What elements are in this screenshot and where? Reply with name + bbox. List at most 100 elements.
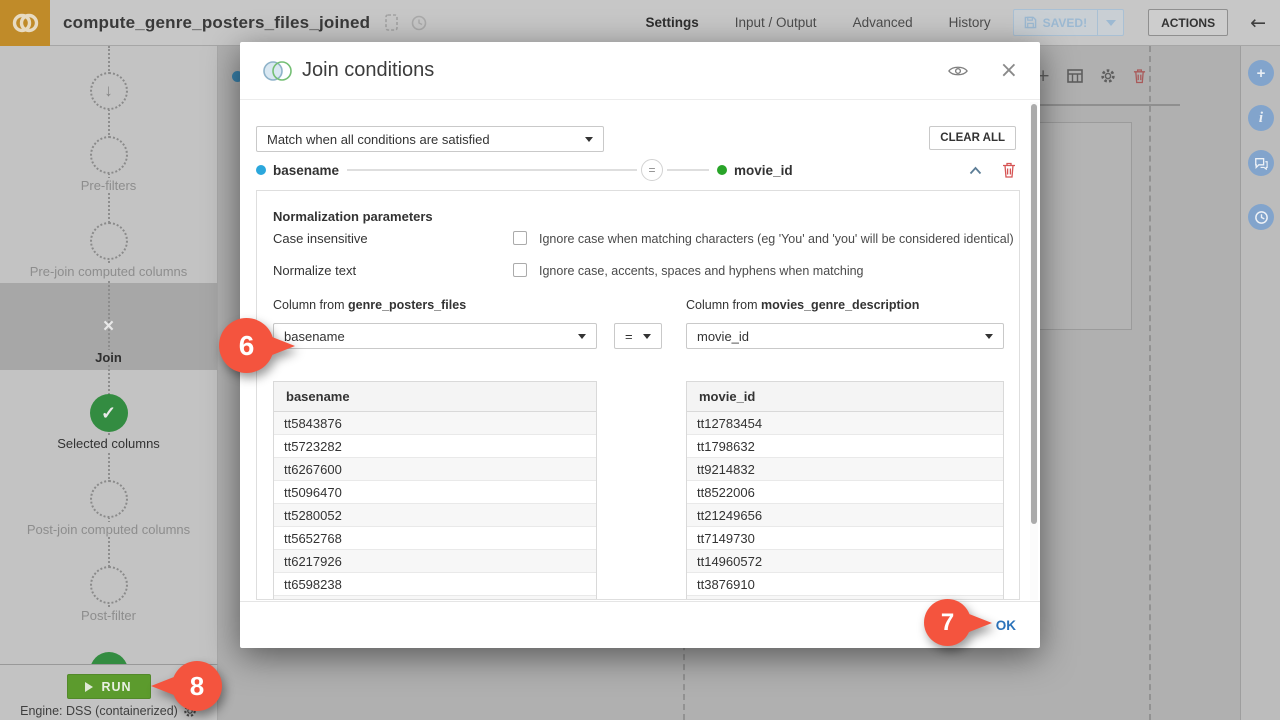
join-recipe-logo[interactable] bbox=[0, 0, 50, 46]
background-guide-line bbox=[1149, 46, 1151, 720]
discussions-icon[interactable] bbox=[1248, 150, 1274, 176]
table-row: tt5280052 bbox=[274, 504, 596, 527]
chevron-down-icon bbox=[643, 334, 651, 339]
step-item[interactable]: Post-filter bbox=[0, 566, 217, 652]
status-icon[interactable] bbox=[411, 15, 427, 31]
dropdown-caret-icon bbox=[1106, 20, 1116, 26]
chevron-down-icon bbox=[985, 334, 993, 339]
right-dataset-dot bbox=[717, 165, 727, 175]
operator-select[interactable]: = bbox=[614, 323, 662, 349]
case-insensitive-description: Ignore case when matching characters (eg… bbox=[539, 232, 1014, 246]
actions-button[interactable]: ACTIONS bbox=[1148, 9, 1228, 36]
step-label: Selected columns bbox=[0, 436, 217, 451]
topbar-tab[interactable]: Advanced bbox=[853, 15, 913, 30]
join-conditions-modal: Join conditions × Match when all conditi… bbox=[240, 42, 1040, 648]
condition-connector bbox=[347, 169, 637, 171]
step-circle-icon: ↓ bbox=[90, 72, 128, 110]
condition-details-panel: Normalization parameters Case insensitiv… bbox=[256, 190, 1020, 600]
trash-icon[interactable] bbox=[1133, 68, 1146, 84]
normalize-text-description: Ignore case, accents, spaces and hyphens… bbox=[539, 264, 864, 278]
table-row: tt8522006 bbox=[687, 481, 1003, 504]
left-sample-table: basename tt5843876tt5723282tt6267600tt50… bbox=[273, 381, 597, 600]
step-label: Post-join computed columns bbox=[0, 522, 217, 537]
modal-scrollbar[interactable] bbox=[1030, 102, 1038, 600]
table-row: tt5843876 bbox=[274, 412, 596, 435]
step-label: Post-filter bbox=[0, 608, 217, 623]
normalize-text-checkbox[interactable] bbox=[513, 263, 527, 277]
save-button-group: SAVED! bbox=[1013, 9, 1124, 36]
table-row: tt21249656 bbox=[687, 504, 1003, 527]
annotation-pin-8: 8 bbox=[172, 661, 222, 711]
topbar-tab[interactable]: History bbox=[949, 15, 991, 30]
step-circle-icon bbox=[90, 222, 128, 260]
background-toolbar: + bbox=[1036, 66, 1146, 86]
table-row: tt6217926 bbox=[274, 550, 596, 573]
save-button-label: SAVED! bbox=[1043, 16, 1087, 30]
collapse-arrow-icon[interactable]: ← bbox=[1250, 12, 1266, 34]
table-row: tt3876910 bbox=[687, 573, 1003, 596]
case-insensitive-label: Case insensitive bbox=[273, 231, 368, 246]
chevron-down-icon bbox=[578, 334, 586, 339]
step-circle-icon bbox=[90, 136, 128, 174]
title-icons bbox=[385, 14, 427, 31]
table-row: tt5412230 bbox=[274, 596, 596, 600]
modal-header: Join conditions × bbox=[240, 42, 1040, 100]
clear-all-button[interactable]: CLEAR ALL bbox=[929, 126, 1016, 150]
history-icon[interactable] bbox=[1248, 204, 1274, 230]
right-column-name: movie_id bbox=[734, 163, 793, 178]
save-button[interactable]: SAVED! bbox=[1013, 9, 1098, 36]
scrollbar-thumb[interactable] bbox=[1031, 104, 1037, 524]
step-circle-icon bbox=[90, 480, 128, 518]
join-venn-icon bbox=[9, 9, 41, 37]
play-icon bbox=[85, 682, 93, 692]
table-row: tt5652768 bbox=[274, 527, 596, 550]
table-icon[interactable] bbox=[1067, 69, 1083, 83]
run-button[interactable]: RUN bbox=[67, 674, 151, 699]
right-column-from-label: Column from movies_genre_description bbox=[686, 298, 919, 312]
join-venn-icon bbox=[262, 59, 293, 83]
left-column-from-label: Column from genre_posters_files bbox=[273, 298, 466, 312]
close-icon[interactable]: × bbox=[1000, 60, 1018, 82]
step-circle-icon: × bbox=[90, 308, 128, 346]
table-row: tt6267600 bbox=[274, 458, 596, 481]
annotation-pin-6: 6 bbox=[219, 318, 274, 373]
table-row: tt5723282 bbox=[274, 435, 596, 458]
step-label: Pre-filters bbox=[0, 178, 217, 193]
delete-condition-trash-icon[interactable] bbox=[1002, 162, 1016, 178]
page-title: compute_genre_posters_files_joined bbox=[63, 13, 370, 33]
info-icon[interactable]: i bbox=[1248, 105, 1274, 131]
modal-title: Join conditions bbox=[302, 59, 434, 82]
topbar-tab[interactable]: Settings bbox=[645, 15, 698, 30]
copy-icon[interactable] bbox=[385, 14, 398, 31]
left-column-select[interactable]: basename bbox=[273, 323, 597, 349]
table-row: tt14960572 bbox=[687, 550, 1003, 573]
plus-icon[interactable]: + bbox=[1248, 60, 1274, 86]
chevron-down-icon bbox=[585, 137, 593, 142]
join-steps-sidebar: ↓ Pre-filters Pre-join computed columns … bbox=[0, 46, 218, 664]
step-label: Pre-join computed columns bbox=[0, 264, 217, 279]
left-table-header: basename bbox=[274, 382, 596, 412]
topbar-tab[interactable]: Input / Output bbox=[735, 15, 817, 30]
annotation-pin-7: 7 bbox=[924, 599, 971, 646]
ok-button[interactable]: OK bbox=[996, 618, 1016, 633]
step-label: Join bbox=[0, 350, 217, 365]
step-circle-icon bbox=[90, 566, 128, 604]
join-condition-row[interactable]: basename = movie_id bbox=[256, 158, 1016, 182]
match-mode-select[interactable]: Match when all conditions are satisfied bbox=[256, 126, 604, 152]
step-circle-icon: ✓ bbox=[90, 394, 128, 432]
gear-icon[interactable] bbox=[1100, 68, 1116, 84]
table-row: tt5096470 bbox=[274, 481, 596, 504]
step-circle-icon: ✓ bbox=[90, 652, 128, 664]
right-column-select[interactable]: movie_id bbox=[686, 323, 1004, 349]
case-insensitive-checkbox[interactable] bbox=[513, 231, 527, 245]
preview-eye-icon[interactable] bbox=[948, 64, 968, 78]
table-row: tt9214832 bbox=[687, 458, 1003, 481]
normalize-text-label: Normalize text bbox=[273, 263, 356, 278]
left-column-name: basename bbox=[273, 163, 339, 178]
save-dropdown-button[interactable] bbox=[1098, 9, 1124, 36]
table-row: tt12783454 bbox=[687, 412, 1003, 435]
right-action-rail: + i bbox=[1240, 46, 1280, 720]
chevron-up-icon[interactable] bbox=[969, 166, 982, 175]
table-row: tt6598238 bbox=[274, 573, 596, 596]
normalization-heading: Normalization parameters bbox=[273, 209, 433, 224]
